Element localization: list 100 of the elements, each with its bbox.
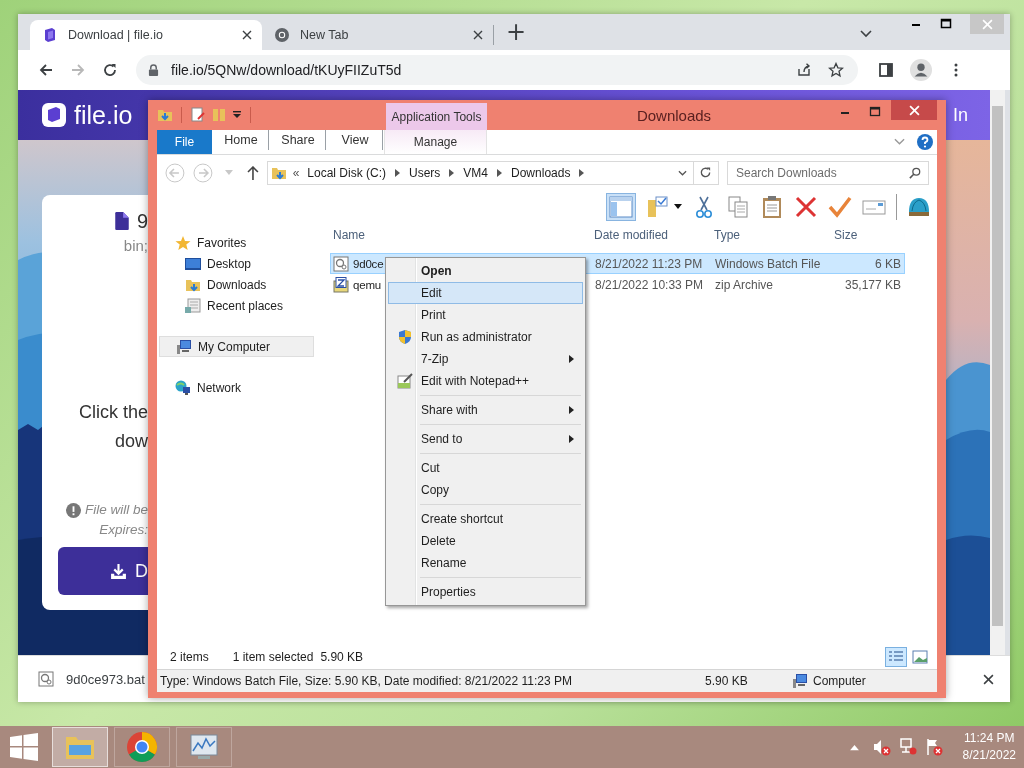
search-field[interactable]: Search Downloads	[727, 160, 929, 185]
menu-item[interactable]: Edit with Notepad++	[388, 370, 583, 392]
profile-icon[interactable]	[910, 59, 932, 81]
arrow-icon[interactable]	[497, 168, 503, 177]
menu-item[interactable]: Delete	[388, 530, 583, 552]
menu-item[interactable]: 7-Zip	[388, 348, 583, 370]
taskbar-app[interactable]	[114, 727, 170, 767]
dropdown-icon[interactable]	[232, 110, 242, 120]
back-icon[interactable]	[38, 62, 54, 78]
menu-item[interactable]: Print	[388, 304, 583, 326]
side-panel-icon[interactable]	[878, 62, 894, 78]
date-cell-text: 8/21/2022 10:33 PM	[594, 277, 705, 292]
star-icon[interactable]	[828, 62, 844, 78]
context-tab-header: Application Tools	[386, 103, 487, 130]
batch-file-icon	[38, 671, 54, 687]
file-info: bin;	[123, 237, 148, 256]
details-view-button[interactable]	[885, 646, 907, 667]
network-icon[interactable]	[898, 738, 917, 756]
site-logo: file.io	[74, 100, 133, 130]
muted-speaker-icon[interactable]	[872, 738, 891, 756]
scrollbar[interactable]	[990, 90, 1005, 655]
address-field[interactable]: file.io/5QNw/download/tKUyFIIZuT5d	[136, 55, 858, 85]
browser-tab[interactable]: New Tab	[262, 25, 494, 45]
file-name[interactable]: qemu	[353, 278, 381, 291]
nav-item[interactable]: Network	[157, 377, 320, 398]
maximize-icon[interactable]	[940, 18, 952, 30]
menu-item[interactable]: Properties	[388, 581, 583, 603]
arrow-icon[interactable]	[395, 168, 400, 177]
menu-item[interactable]: Cut	[388, 457, 583, 479]
share-icon[interactable]	[796, 62, 812, 78]
delete-icon[interactable]	[794, 194, 818, 219]
ribbon-tab[interactable]: Share	[269, 130, 326, 150]
close-icon[interactable]	[983, 673, 994, 685]
tray-arrow-icon[interactable]	[849, 743, 859, 751]
ribbon-tab[interactable]: File	[157, 130, 212, 154]
window-title: Downloads	[635, 106, 713, 124]
nav-item[interactable]: My Computer	[159, 336, 314, 357]
nav-item[interactable]: Downloads	[157, 274, 320, 295]
browser-tab[interactable]: Download | file.io	[30, 20, 262, 50]
file-name[interactable]: 9d0ce	[353, 257, 384, 270]
info-icon	[65, 502, 81, 518]
chevron-down-icon[interactable]	[860, 30, 872, 38]
properties-icon[interactable]	[190, 107, 206, 123]
menu-item[interactable]: Rename	[388, 552, 583, 574]
maximize-icon[interactable]	[869, 106, 881, 118]
flag-icon[interactable]	[924, 738, 943, 756]
network-icon	[175, 379, 191, 396]
search-icon	[909, 166, 921, 179]
checkmark-icon[interactable]	[828, 194, 852, 219]
arrow-icon[interactable]	[449, 168, 455, 177]
address-bar[interactable]: « Local Disk (C:) Users VM4 Downloads	[266, 160, 719, 185]
up-arrow-icon[interactable]	[246, 165, 259, 180]
nav-item[interactable]: Desktop	[157, 253, 320, 274]
caret-icon[interactable]	[674, 203, 682, 210]
taskbar-app[interactable]	[176, 727, 232, 767]
menu-item[interactable]: Create shortcut	[388, 508, 583, 530]
clipboard-icon[interactable]	[760, 194, 784, 219]
close-icon[interactable]	[242, 30, 252, 40]
menu-item[interactable]: Send to	[388, 428, 583, 450]
menu-item[interactable]: Edit	[388, 282, 583, 304]
instruction-text: dow	[114, 430, 148, 453]
breadcrumb-item[interactable]: VM4	[463, 165, 489, 180]
start-button[interactable]	[10, 733, 38, 761]
menu-item[interactable]: Copy	[388, 479, 583, 501]
shield-icon	[396, 329, 413, 345]
breadcrumb-item[interactable]: Local Disk (C:)	[307, 165, 386, 180]
close-button[interactable]	[891, 100, 937, 120]
desktop-icon	[185, 255, 201, 272]
arrow-icon[interactable]	[579, 168, 585, 177]
download-button[interactable]: D	[58, 547, 148, 595]
item-count: 2 items	[170, 649, 209, 664]
menu-item[interactable]: Run as administrator	[388, 326, 583, 348]
ribbon-tab[interactable]: View	[326, 130, 383, 150]
submenu-arrow-icon	[569, 355, 574, 363]
details-size: 5.90 KB	[705, 674, 749, 688]
date-cell-text: 8/21/2022 11:23 PM	[594, 256, 704, 271]
column-header[interactable]: Date modified	[591, 228, 711, 242]
login-link[interactable]: In	[953, 104, 968, 126]
archive-icon	[333, 276, 349, 293]
column-header[interactable]: Size	[831, 228, 903, 242]
overflow-mark[interactable]: «	[292, 165, 300, 180]
folder-icon[interactable]	[157, 107, 173, 123]
browser-logo-icon	[126, 731, 158, 763]
new-tab-button[interactable]: +	[502, 18, 530, 46]
column-header[interactable]: Type	[711, 228, 831, 242]
breadcrumb-item[interactable]: Downloads	[511, 165, 571, 180]
menu-item[interactable]: Open	[388, 260, 583, 282]
ribbon-tab[interactable]: Home	[212, 130, 269, 150]
file-icon	[114, 212, 129, 230]
nav-item[interactable]: Favorites	[157, 232, 320, 253]
nav-item[interactable]: Recent places	[157, 295, 320, 316]
help-icon[interactable]	[917, 134, 933, 150]
breadcrumb-item[interactable]: Users	[409, 165, 441, 180]
ribbon-tab[interactable]: Manage	[384, 130, 487, 154]
chevron-down-icon[interactable]	[678, 169, 687, 176]
menu-item[interactable]: Share with	[388, 399, 583, 421]
close-icon[interactable]	[473, 30, 483, 40]
download-item[interactable]: 9d0ce973.bat	[66, 671, 145, 687]
reload-icon[interactable]	[102, 62, 118, 78]
column-header[interactable]: Name	[330, 228, 591, 242]
